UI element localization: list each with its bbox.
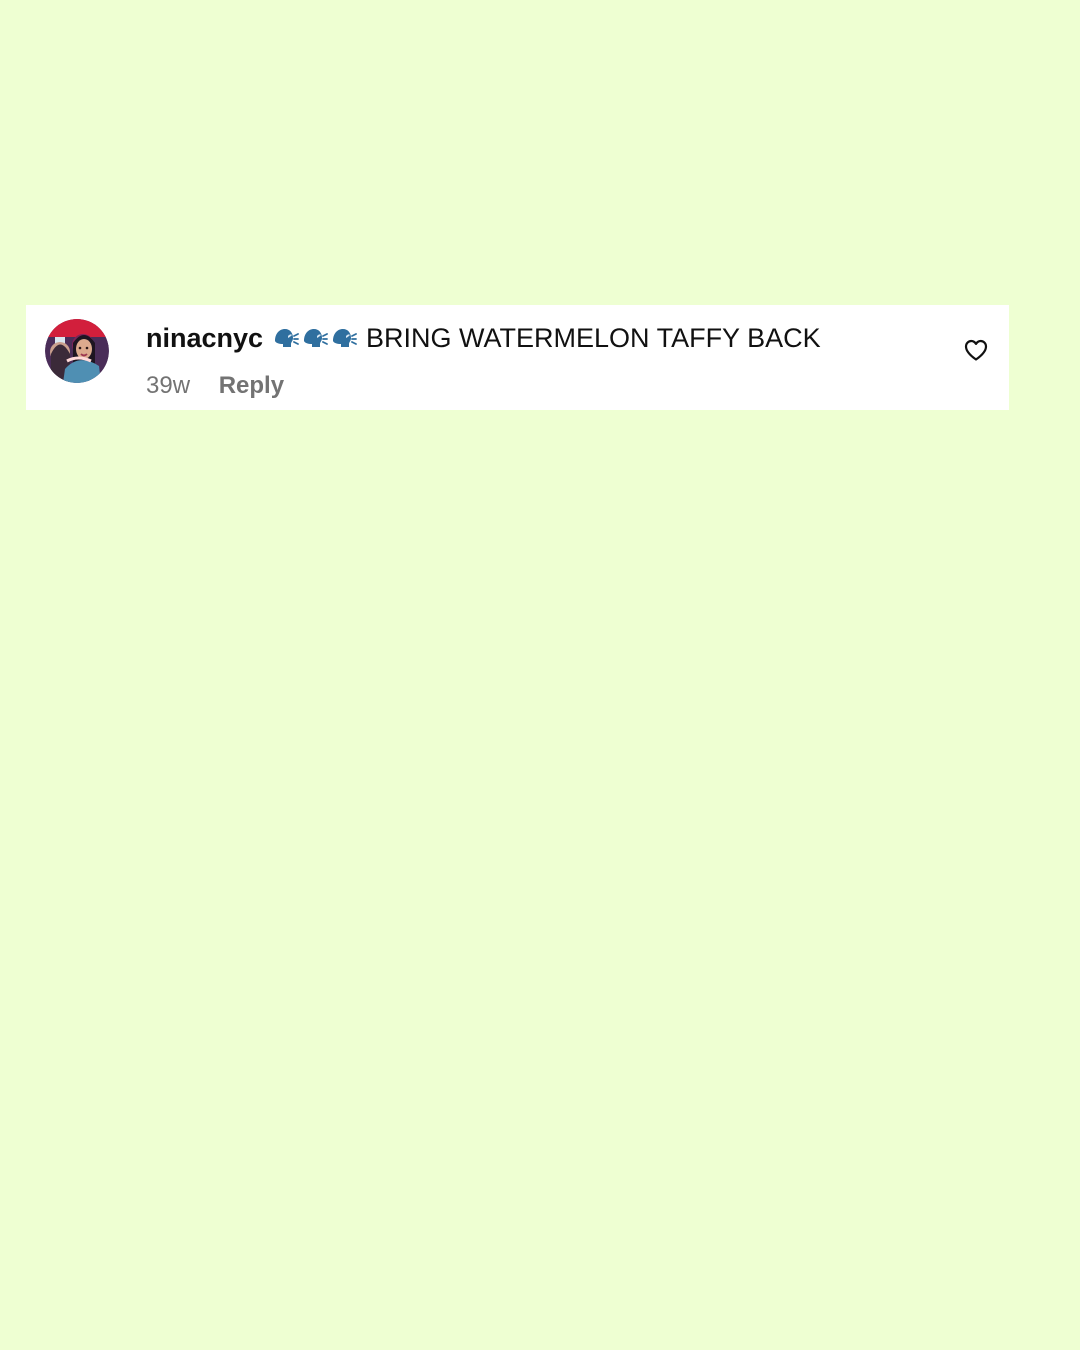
timestamp: 39w bbox=[146, 372, 191, 399]
emoji-group bbox=[271, 326, 358, 350]
heart-outline-icon[interactable] bbox=[963, 338, 989, 362]
comment-text: BRING WATERMELON TAFFY BACK bbox=[366, 323, 821, 353]
speaking-head-icon bbox=[271, 326, 299, 350]
comment-card: ninacnyc BRING WATERMELON TAFFY BACK 39w … bbox=[26, 305, 1009, 410]
comment-meta: 39w Reply bbox=[146, 371, 284, 401]
comment-line: ninacnyc BRING WATERMELON TAFFY BACK bbox=[146, 321, 821, 355]
speaking-head-icon bbox=[300, 326, 328, 350]
username[interactable]: ninacnyc bbox=[146, 323, 263, 353]
speaking-head-icon bbox=[329, 326, 357, 350]
avatar[interactable] bbox=[45, 319, 109, 383]
reply-button[interactable]: Reply bbox=[219, 371, 284, 401]
